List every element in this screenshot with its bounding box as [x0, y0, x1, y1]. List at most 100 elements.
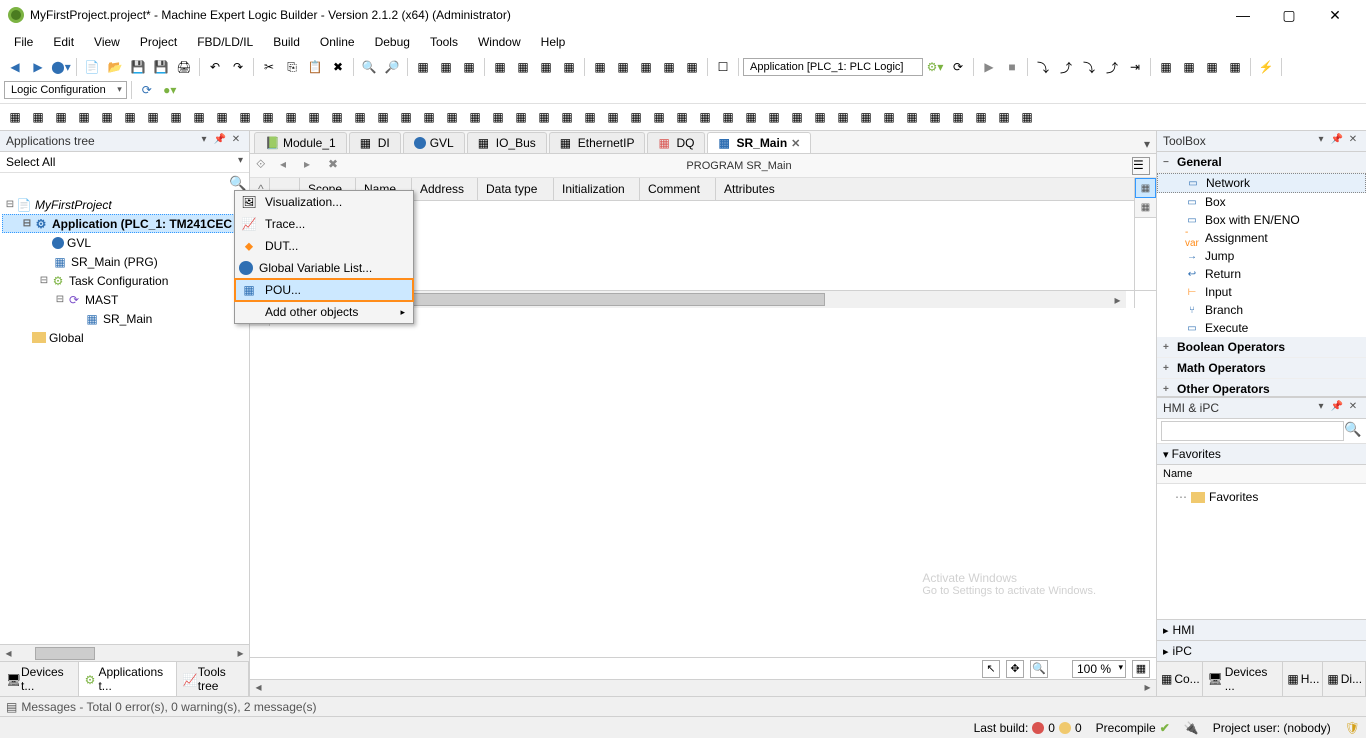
- hmi-collapsed-ipc[interactable]: ▸ iPC: [1157, 640, 1366, 661]
- tb-icon[interactable]: ▦: [589, 56, 611, 78]
- step-icon[interactable]: ⤵: [1032, 56, 1054, 78]
- config-dropdown[interactable]: Logic Configuration: [4, 81, 127, 99]
- pan-icon[interactable]: ✥: [1006, 660, 1024, 678]
- panel-dropdown-icon[interactable]: ▾: [1314, 401, 1328, 415]
- tb-icon[interactable]: ▦: [658, 56, 680, 78]
- run-icon[interactable]: ▶: [978, 56, 1000, 78]
- step-icon[interactable]: ⤵: [1078, 56, 1100, 78]
- doc-tab-dq[interactable]: ▦DQ: [647, 132, 705, 153]
- tb2-icon[interactable]: ▦: [625, 106, 647, 128]
- tb2-icon[interactable]: ▦: [579, 106, 601, 128]
- hmi-favorites-row[interactable]: ⋯ Favorites: [1165, 488, 1358, 506]
- undo-icon[interactable]: ↶: [204, 56, 226, 78]
- tb-icon[interactable]: ▦: [435, 56, 457, 78]
- tab-tools-tree[interactable]: 📈Tools tree: [177, 662, 249, 696]
- tb2-icon[interactable]: ▦: [763, 106, 785, 128]
- app-context-field[interactable]: Application [PLC_1: PLC Logic]: [743, 58, 923, 76]
- editor-bottom-hscroll[interactable]: ◂▸: [250, 679, 1156, 696]
- tree-application-row[interactable]: ⊟ ⚙ Application (PLC_1: TM241CEC: [2, 214, 247, 233]
- cm-add-other[interactable]: Add other objects▸: [235, 301, 413, 323]
- tb2-icon[interactable]: ▦: [970, 106, 992, 128]
- doc-tab-di[interactable]: ▦DI: [349, 132, 401, 153]
- tb2-icon[interactable]: ▦: [510, 106, 532, 128]
- tb2-icon[interactable]: ▦: [418, 106, 440, 128]
- tb2-icon[interactable]: ▦: [96, 106, 118, 128]
- hmi-tab-co[interactable]: ▦Co...: [1157, 662, 1203, 696]
- col-comment[interactable]: Comment: [640, 178, 716, 200]
- subbar-back-icon[interactable]: ◂: [280, 157, 298, 175]
- tb2-icon[interactable]: ▦: [73, 106, 95, 128]
- menu-window[interactable]: Window: [468, 32, 531, 52]
- toolbox-group-math[interactable]: +Math Operators: [1157, 358, 1366, 379]
- menu-online[interactable]: Online: [310, 32, 365, 52]
- stop-icon[interactable]: ■: [1001, 56, 1023, 78]
- menu-debug[interactable]: Debug: [365, 32, 420, 52]
- tb2-icon[interactable]: ▦: [671, 106, 693, 128]
- panel-pin-icon[interactable]: 📌: [213, 134, 227, 148]
- close-icon[interactable]: ✕: [791, 137, 800, 150]
- doc-tab-module1[interactable]: 📗Module_1: [254, 132, 347, 153]
- hmi-favorites-header[interactable]: ▾ Favorites: [1157, 444, 1366, 465]
- toolbox-item-assignment[interactable]: -varAssignment: [1157, 229, 1366, 247]
- hmi-tab-di[interactable]: ▦Di...: [1323, 662, 1366, 696]
- menu-help[interactable]: Help: [531, 32, 576, 52]
- menu-build[interactable]: Build: [263, 32, 310, 52]
- tb-icon[interactable]: ●▾: [159, 79, 181, 101]
- menu-tools[interactable]: Tools: [420, 32, 468, 52]
- tb2-icon[interactable]: ▦: [326, 106, 348, 128]
- tb2-icon[interactable]: ▦: [832, 106, 854, 128]
- tb2-icon[interactable]: ▦: [257, 106, 279, 128]
- delete-icon[interactable]: ✖: [327, 56, 349, 78]
- panel-close-icon[interactable]: ✕: [1346, 401, 1360, 415]
- tb-icon[interactable]: ▦: [535, 56, 557, 78]
- tb-icon[interactable]: ▦: [512, 56, 534, 78]
- tb2-icon[interactable]: ▦: [349, 106, 371, 128]
- tabs-overflow-icon[interactable]: ▾: [1138, 135, 1156, 153]
- cm-pou[interactable]: ▦POU...: [235, 279, 413, 301]
- step-icon[interactable]: ⤴: [1101, 56, 1123, 78]
- toolbox-group-general[interactable]: −General: [1157, 152, 1366, 173]
- tb2-icon[interactable]: ▦: [464, 106, 486, 128]
- tree-taskcfg-row[interactable]: ⊟ ⚙ Task Configuration: [2, 271, 247, 290]
- hmi-search-input[interactable]: [1161, 421, 1344, 441]
- subbar-fwd-icon[interactable]: ▸: [304, 157, 322, 175]
- panel-pin-icon[interactable]: 📌: [1330, 401, 1344, 415]
- status-shield-icon[interactable]: 🛡: [1345, 721, 1360, 735]
- tb2-icon[interactable]: ▦: [533, 106, 555, 128]
- tree-project-row[interactable]: ⊟ 📄 MyFirstProject ▾: [2, 195, 247, 214]
- tb-icon[interactable]: ▦: [1224, 56, 1246, 78]
- tab-devices-tree[interactable]: 🖥Devices t...: [0, 662, 79, 696]
- tb2-icon[interactable]: ▦: [280, 106, 302, 128]
- tb2-icon[interactable]: ▦: [786, 106, 808, 128]
- tb2-icon[interactable]: ▦: [188, 106, 210, 128]
- toolbox-item-branch[interactable]: ⑂Branch: [1157, 301, 1366, 319]
- tb2-icon[interactable]: ▦: [487, 106, 509, 128]
- tb2-icon[interactable]: ▦: [947, 106, 969, 128]
- toolbox-item-network[interactable]: ▭Network: [1157, 173, 1366, 193]
- tb2-icon[interactable]: ▦: [372, 106, 394, 128]
- nav-fwd-icon[interactable]: ▶: [27, 56, 49, 78]
- tb2-icon[interactable]: ▦: [119, 106, 141, 128]
- tree-srmain-row[interactable]: ▦ SR_Main: [2, 309, 247, 328]
- subbar-icon[interactable]: ⟐: [256, 157, 274, 175]
- tb2-icon[interactable]: ▦: [27, 106, 49, 128]
- cut-icon[interactable]: ✂: [258, 56, 280, 78]
- col-init[interactable]: Initialization: [554, 178, 640, 200]
- findnext-icon[interactable]: 🔎: [381, 56, 403, 78]
- menu-file[interactable]: File: [4, 32, 43, 52]
- toolbox-item-box[interactable]: ▭Box: [1157, 193, 1366, 211]
- tb2-icon[interactable]: ▦: [740, 106, 762, 128]
- toolbox-group-other[interactable]: +Other Operators: [1157, 379, 1366, 396]
- doc-tab-iobus[interactable]: ▦IO_Bus: [467, 132, 547, 153]
- tb2-icon[interactable]: ▦: [993, 106, 1015, 128]
- zoom-dropdown[interactable]: 100 %: [1072, 660, 1126, 678]
- maximize-button[interactable]: ▢: [1266, 0, 1312, 30]
- tb-icon[interactable]: ⚙▾: [924, 56, 946, 78]
- search-icon[interactable]: 🔍: [1344, 421, 1362, 441]
- tb2-icon[interactable]: ▦: [556, 106, 578, 128]
- hmi-collapsed-hmi[interactable]: ▸ HMI: [1157, 619, 1366, 640]
- saveall-icon[interactable]: 💾: [150, 56, 172, 78]
- step-icon[interactable]: ⤴: [1055, 56, 1077, 78]
- hmi-tab-devices[interactable]: 🖥Devices ...: [1203, 662, 1283, 696]
- print-icon[interactable]: 🖨: [173, 56, 195, 78]
